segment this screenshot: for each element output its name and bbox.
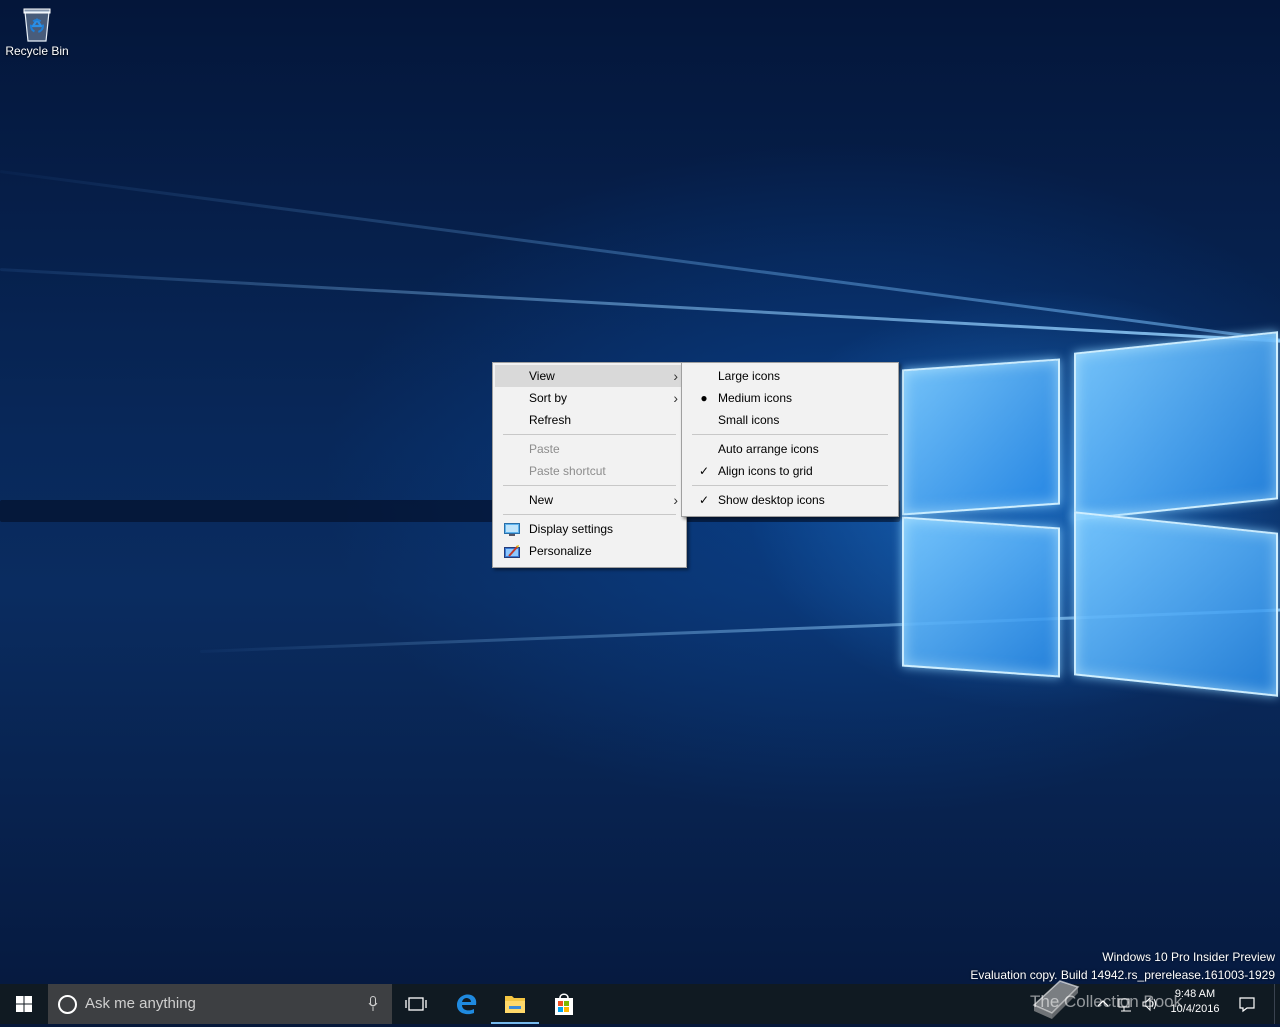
show-desktop-button[interactable] [1274, 984, 1280, 1024]
desktop-context-menu: View › Sort by › Refresh Paste Paste sho… [492, 362, 687, 568]
windows-logo-pane [902, 516, 1060, 678]
menu-item-refresh[interactable]: Refresh [495, 409, 684, 431]
windows-logo-pane [1074, 511, 1278, 697]
menu-separator [503, 434, 676, 435]
menu-item-label: Auto arrange icons [718, 442, 819, 456]
light-beam [0, 268, 1280, 344]
menu-item-label: Personalize [529, 544, 592, 558]
watermark-edition: Windows 10 Pro Insider Preview [1102, 950, 1275, 964]
menu-item-label: Show desktop icons [718, 493, 825, 507]
chevron-right-icon: › [673, 492, 678, 508]
menu-item-paste[interactable]: Paste [495, 438, 684, 460]
file-explorer-icon [505, 996, 525, 1013]
menu-item-label: Align icons to grid [718, 464, 813, 478]
view-submenu: Large icons ● Medium icons Small icons A… [681, 362, 899, 517]
windows-start-icon [16, 996, 32, 1012]
task-view-button[interactable] [392, 984, 440, 1024]
store-taskbar-button[interactable] [540, 984, 588, 1024]
display-settings-icon [504, 522, 520, 536]
menu-item-medium-icons[interactable]: ● Medium icons [684, 387, 896, 409]
menu-separator [503, 485, 676, 486]
overlay-brand-text: The Collection Book [1030, 992, 1183, 1011]
recycle-bin-icon [22, 6, 52, 42]
menu-item-label: Small icons [718, 413, 780, 427]
watermark-build: Evaluation copy. Build 14942.rs_prerelea… [970, 968, 1275, 982]
task-view-icon [405, 997, 427, 1011]
checkmark-icon: ✓ [698, 493, 710, 507]
menu-item-label: Paste [529, 442, 560, 456]
menu-item-show-desktop-icons[interactable]: ✓ Show desktop icons [684, 489, 896, 511]
menu-item-label: Large icons [718, 369, 781, 383]
cortana-icon [58, 995, 77, 1014]
start-button[interactable] [0, 984, 48, 1024]
menu-item-large-icons[interactable]: Large icons [684, 365, 896, 387]
menu-item-label: Sort by [529, 391, 568, 405]
checkmark-icon: ✓ [698, 464, 710, 478]
radio-bullet-icon: ● [700, 391, 708, 405]
chevron-right-icon: › [673, 368, 678, 384]
menu-item-display-settings[interactable]: Display settings [495, 518, 684, 540]
windows-logo-pane [1074, 331, 1278, 521]
menu-item-label: Refresh [529, 413, 572, 427]
menu-item-label: Paste shortcut [529, 464, 606, 478]
menu-item-label: Display settings [529, 522, 614, 536]
menu-item-sort-by[interactable]: Sort by › [495, 387, 684, 409]
menu-item-label: Medium icons [718, 391, 793, 405]
edge-taskbar-button[interactable] [442, 984, 490, 1024]
store-icon [555, 993, 573, 1015]
recycle-bin-label: Recycle Bin [5, 44, 69, 58]
menu-separator [692, 485, 888, 486]
windows-logo-pane [902, 358, 1060, 516]
menu-item-auto-arrange-icons[interactable]: Auto arrange icons [684, 438, 896, 460]
build-watermark: Windows 10 Pro Insider Preview Evaluatio… [970, 948, 1275, 984]
recycle-bin-desktop-icon[interactable]: Recycle Bin [2, 6, 72, 58]
file-explorer-taskbar-button[interactable] [491, 984, 539, 1024]
menu-item-view[interactable]: View › [495, 365, 684, 387]
desktop[interactable]: Recycle Bin View › Sort by › Refresh Pas… [0, 0, 1280, 984]
menu-separator [503, 514, 676, 515]
menu-item-new[interactable]: New › [495, 489, 684, 511]
menu-separator [692, 434, 888, 435]
edge-icon [457, 994, 477, 1015]
menu-item-paste-shortcut[interactable]: Paste shortcut [495, 460, 684, 482]
personalize-icon [504, 544, 520, 558]
menu-item-small-icons[interactable]: Small icons [684, 409, 896, 431]
microphone-icon[interactable] [368, 996, 378, 1012]
menu-item-personalize[interactable]: Personalize [495, 540, 684, 562]
action-center-icon[interactable] [1238, 995, 1256, 1013]
light-beam [0, 170, 1280, 343]
menu-item-label: View [529, 369, 555, 383]
search-placeholder: Ask me anything [85, 995, 196, 1012]
cortana-search-box[interactable]: Ask me anything [48, 984, 392, 1024]
menu-item-align-icons-to-grid[interactable]: ✓ Align icons to grid [684, 460, 896, 482]
menu-item-label: New [529, 493, 554, 507]
chevron-right-icon: › [673, 390, 678, 406]
